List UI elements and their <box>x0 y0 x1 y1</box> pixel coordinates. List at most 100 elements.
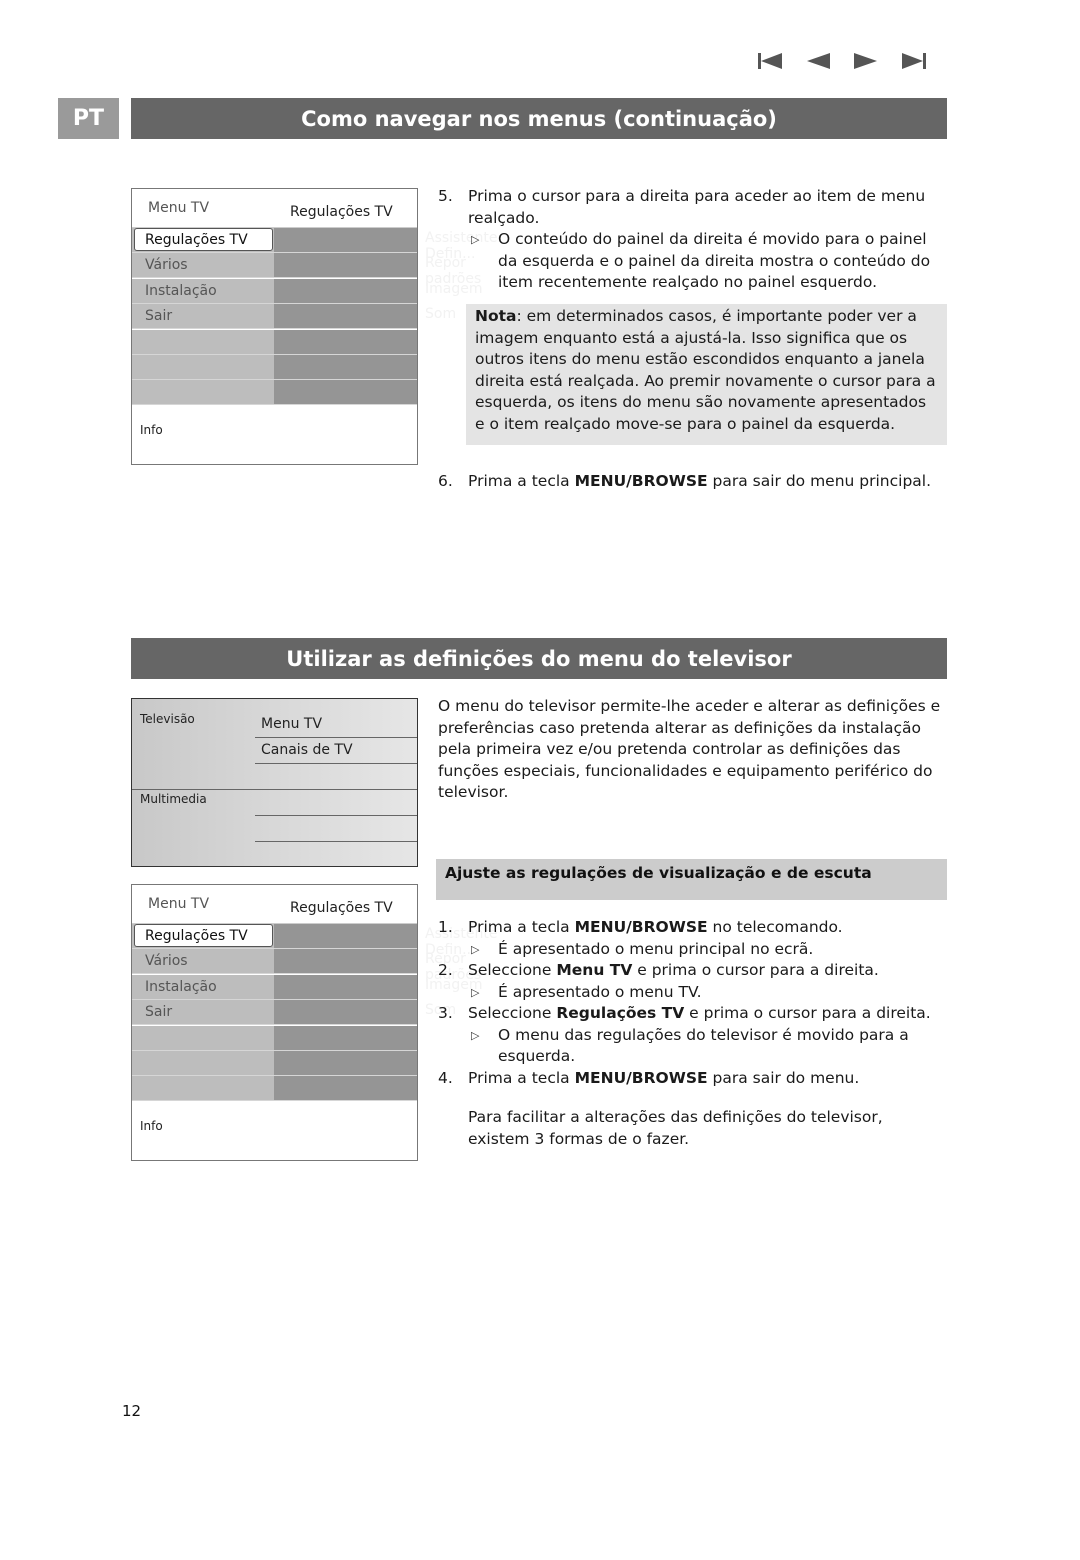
menu-row[interactable]: Instalação Imagem <box>132 278 482 304</box>
step-text: para sair do menu principal. <box>707 472 932 490</box>
right-cell[interactable] <box>274 355 417 379</box>
left-cell[interactable] <box>132 355 274 379</box>
closing-paragraph: Para facilitar a alterações das definiçõ… <box>468 1108 883 1148</box>
right-cell[interactable]: Repor padrões <box>274 253 481 287</box>
menu-item-label: Regulações TV <box>145 232 248 248</box>
left-cell[interactable] <box>132 1025 274 1050</box>
right-cell[interactable]: Som <box>274 304 456 329</box>
menu-row[interactable]: Vários Repor padrões <box>132 253 481 287</box>
right-cell[interactable]: Som <box>274 1000 456 1025</box>
result-arrow-icon: ▷ <box>471 985 480 999</box>
left-cell[interactable]: Regulações TV <box>132 924 274 948</box>
left-cell[interactable]: Instalação <box>132 278 274 303</box>
section-title: Utilizar as definições do menu do televi… <box>131 638 947 679</box>
step-text: e prima o cursor para a direita. <box>632 961 879 979</box>
step-result: ▷ O conteúdo do painel da direita é movi… <box>468 229 948 294</box>
step-3: 3. Seleccione Regulações TV e prima o cur… <box>438 1003 948 1068</box>
right-cell[interactable]: Repor padrões <box>274 949 481 983</box>
left-cell[interactable]: Sair <box>132 1000 274 1025</box>
menu-row[interactable] <box>132 380 417 406</box>
right-cell[interactable] <box>274 1076 417 1101</box>
menu-left-header: Menu TV <box>148 896 210 912</box>
step-result: ▷ O menu das regulações do televisor é mo… <box>468 1025 948 1068</box>
note-box: Nota: em determinados casos, é important… <box>466 304 947 445</box>
menu-item-label: Instalação <box>145 282 217 299</box>
menu-row[interactable] <box>132 1076 417 1102</box>
submenu-item-label: Som <box>425 306 457 323</box>
key-name: MENU/BROWSE <box>574 1068 708 1087</box>
step-text: Seleccione <box>468 961 557 979</box>
right-cell[interactable]: Imagem <box>274 278 482 303</box>
step-text: Prima o cursor para a direita para acede… <box>468 187 926 227</box>
step-number: 6. <box>438 472 453 490</box>
menu-item-label: Sair <box>145 308 173 325</box>
left-cell[interactable] <box>132 1076 274 1101</box>
menu-row[interactable]: Vários Repor padrões <box>132 949 481 983</box>
left-cell[interactable] <box>132 329 274 354</box>
result-arrow-icon: ▷ <box>471 233 480 246</box>
skip-back-icon[interactable] <box>756 50 784 72</box>
left-cell[interactable]: Sair <box>132 304 274 329</box>
skip-forward-icon[interactable] <box>900 50 928 72</box>
tv-main-menu: Televisão Menu TV Canais de TV Multimedi… <box>131 698 418 867</box>
divider <box>255 763 417 764</box>
menu-row[interactable] <box>132 1051 417 1076</box>
step-result-text: O menu das regulações do televisor é mov… <box>498 1025 909 1066</box>
left-cell[interactable]: Instalação <box>132 974 274 999</box>
tv-settings-menu: Menu TV Regulações TV Regulações TV Assis… <box>131 884 497 1161</box>
group-televisao: Televisão <box>140 712 195 726</box>
menu-item-label: Instalação <box>145 978 217 995</box>
info-label: Info <box>140 1119 163 1133</box>
left-cell[interactable]: Vários <box>132 949 274 974</box>
step-number: 5. <box>438 187 453 205</box>
result-arrow-icon: ▷ <box>471 942 480 956</box>
menu-row[interactable]: Regulações TV Assistente Defin... <box>132 228 497 262</box>
step-result-text: O conteúdo do painel da direita é movido… <box>498 230 931 291</box>
step-2: 2. Seleccione Menu TV e prima o cursor pa… <box>438 960 948 1003</box>
step-number: 2. <box>438 961 453 979</box>
right-cell[interactable] <box>274 380 417 405</box>
page-number: 12 <box>122 1402 142 1420</box>
menu-row[interactable] <box>132 1025 417 1051</box>
step-result-text: É apresentado o menu TV. <box>498 982 702 1001</box>
note-text: : em determinados casos, é importante po… <box>475 307 936 433</box>
menu-left-header: Menu TV <box>148 200 210 216</box>
left-cell[interactable] <box>132 380 274 405</box>
left-cell[interactable]: Vários <box>132 253 274 278</box>
group-multimedia: Multimedia <box>140 792 207 806</box>
info-label: Info <box>140 423 163 437</box>
right-cell[interactable] <box>274 1025 417 1050</box>
right-cell[interactable]: Imagem <box>274 974 482 999</box>
next-icon[interactable] <box>852 50 880 72</box>
right-cell[interactable] <box>274 329 417 354</box>
menu-row[interactable]: Instalação Imagem <box>132 974 482 1000</box>
left-cell[interactable] <box>132 1051 274 1075</box>
menu-row[interactable]: Regulações TV Assistente Defin... <box>132 924 497 958</box>
intro-paragraph: O menu do televisor permite-lhe aceder e… <box>438 697 941 801</box>
menu-row[interactable]: Sair Som <box>132 304 456 330</box>
menu-item-canais-tv[interactable]: Canais de TV <box>261 742 353 758</box>
menu-row[interactable]: Sair Som <box>132 1000 456 1026</box>
right-cell[interactable]: Assistente Defin... <box>274 924 497 958</box>
menu-row[interactable] <box>132 329 417 355</box>
step-text: para sair do menu. <box>707 1068 860 1087</box>
right-cell[interactable] <box>274 1051 417 1075</box>
selected-menu-item[interactable]: Regulações TV <box>134 228 273 251</box>
left-cell[interactable]: Regulações TV <box>132 228 274 252</box>
menu-right-header: Regulações TV <box>290 204 393 220</box>
menu-item-menu-tv[interactable]: Menu TV <box>261 716 322 732</box>
menu-row[interactable] <box>132 355 417 380</box>
step-text: e prima o cursor para a direita. <box>684 1004 931 1022</box>
menu-item-label: Sair <box>145 1004 173 1021</box>
step-6: 6. Prima a tecla MENU/BROWSE para sair d… <box>438 471 948 493</box>
step-result: ▷ É apresentado o menu TV. <box>468 982 948 1004</box>
language-tag: PT <box>58 98 119 139</box>
key-name: MENU/BROWSE <box>574 472 708 490</box>
right-cell[interactable]: Assistente Defin... <box>274 228 497 262</box>
section-title: Como navegar nos menus (continuação) <box>131 98 947 139</box>
selected-menu-item[interactable]: Regulações TV <box>134 924 273 947</box>
previous-icon[interactable] <box>804 50 832 72</box>
step-5: 5. Prima o cursor para a direita para ac… <box>438 186 948 294</box>
key-name: MENU/BROWSE <box>574 918 708 936</box>
subheading: Ajuste as regulações de visualização e d… <box>436 859 947 900</box>
